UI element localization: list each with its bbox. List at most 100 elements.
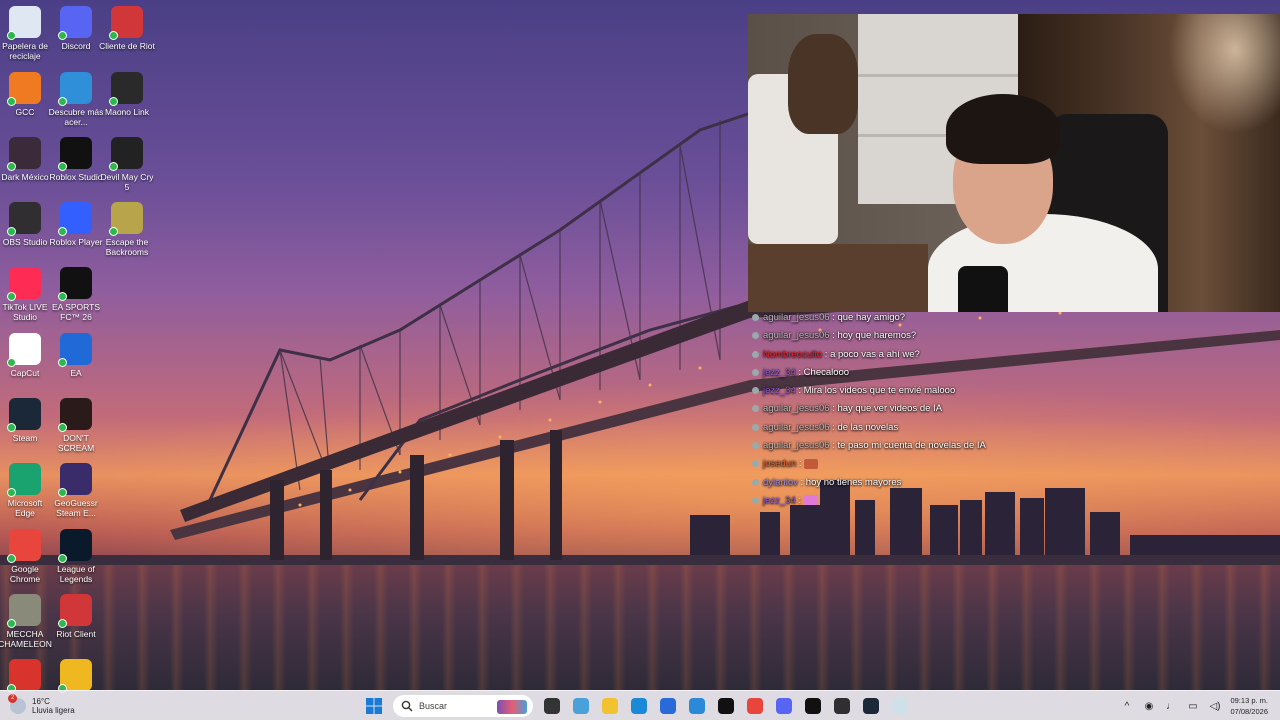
volume-icon[interactable]: ◁) <box>1208 699 1222 713</box>
teams-icon[interactable]: ◉ <box>1142 699 1156 713</box>
desktop-icon[interactable] <box>0 657 53 694</box>
desktop-icon[interactable]: Microsoft Edge <box>0 461 53 518</box>
desktop-icon[interactable]: Google Chrome <box>0 527 53 584</box>
taskbar-clock[interactable]: 09:13 p. m. 07/08/2026 <box>1224 695 1268 717</box>
taskbar-app-button[interactable] <box>714 694 738 718</box>
desktop-icon[interactable]: TikTok LIVE Studio <box>0 265 53 322</box>
chat-text: a poco vas a ahí we? <box>830 348 920 360</box>
taskbar-app-button[interactable] <box>830 694 854 718</box>
taskbar-app-button[interactable] <box>685 694 709 718</box>
desktop-icon[interactable]: Dark México <box>0 135 53 182</box>
desktop-icon[interactable]: Papelera de reciclaje <box>0 4 53 61</box>
monitor-icon[interactable]: ▭ <box>1186 699 1200 713</box>
desktop-icon-label: GCC <box>15 107 35 117</box>
weather-widget[interactable]: 2 16°C Lluvia ligera <box>8 694 75 718</box>
taskbar-app-button[interactable] <box>540 694 564 718</box>
chat-separator: : <box>797 476 806 488</box>
desktop-icon[interactable]: DON'T SCREAM <box>48 396 104 453</box>
geoguessr-icon <box>58 463 92 497</box>
chat-message: aguilar_jesus06 : te paso mi cuenta de n… <box>752 437 1272 455</box>
chat-username: jezz_34 <box>763 385 796 397</box>
chat-message: josedun : <box>752 455 1272 473</box>
desktop-icon[interactable] <box>48 657 104 694</box>
chat-separator: : <box>796 458 805 470</box>
chat-separator: : <box>795 494 804 506</box>
chrome-icon <box>7 529 41 563</box>
desktop-icon[interactable]: Roblox Studio <box>48 135 104 182</box>
taskbar-app-button[interactable] <box>598 694 622 718</box>
desktop-icon[interactable]: Discord <box>48 4 104 51</box>
chat-badge-icon <box>752 442 759 450</box>
sync-status-icon <box>109 162 118 171</box>
desktop-icon-label: Microsoft Edge <box>7 498 43 518</box>
taskbar-app-button[interactable] <box>888 694 912 718</box>
discord-icon <box>776 698 792 714</box>
desktop-icon[interactable]: OBS Studio <box>0 200 53 247</box>
clock-time: 09:13 p. m. <box>1230 696 1268 705</box>
start-button[interactable] <box>362 694 386 718</box>
taskbar-app-button[interactable] <box>656 694 680 718</box>
taskbar-pinned-apps <box>540 694 912 718</box>
taskbar-app-button[interactable] <box>569 694 593 718</box>
desktop-icon[interactable]: Cliente de Riot <box>99 4 155 51</box>
taskbar-search-box[interactable]: Buscar <box>392 694 534 718</box>
sync-status-icon <box>7 423 16 432</box>
chat-username: jezz_34 <box>763 494 796 506</box>
desktop-icon[interactable]: Escape the Backrooms <box>99 200 155 257</box>
gcc-icon <box>7 72 41 106</box>
chat-message: aguilar_jesus06 : que hay amigo? <box>752 309 1272 327</box>
sync-status-icon <box>7 488 16 497</box>
chat-badge-icon <box>752 460 759 468</box>
webcam-shelf-divider <box>858 74 1018 77</box>
chat-badge-icon <box>752 405 759 413</box>
chat-username: josedun <box>763 458 797 470</box>
chevron-up-icon[interactable]: ^ <box>1120 699 1134 713</box>
taskbar-app-button[interactable] <box>801 694 825 718</box>
sync-status-icon <box>7 162 16 171</box>
desktop-icon[interactable]: EA <box>48 331 104 378</box>
chat-message: jezz_34 : Mira los videos que te envié m… <box>752 382 1272 400</box>
roblox-player-icon <box>58 202 92 236</box>
desktop-icon[interactable]: CapCut <box>0 331 53 378</box>
sync-status-icon <box>58 423 67 432</box>
desktop-icon-label: Riot Client <box>56 629 96 639</box>
taskbar-app-button[interactable] <box>627 694 651 718</box>
desktop-icon[interactable]: GeoGuessr Steam E... <box>48 461 104 518</box>
sync-status-icon <box>58 31 67 40</box>
webcam-person-hair <box>946 94 1060 164</box>
desktop-icon[interactable]: Steam <box>0 396 53 443</box>
chat-badge-icon <box>752 387 759 395</box>
spotlight-icon <box>58 72 92 106</box>
desktop-icon[interactable]: Riot Client <box>48 592 104 639</box>
desktop-icon[interactable]: EA SPORTS FC™ 26 <box>48 265 104 322</box>
microphone-icon[interactable]: ♩ <box>1164 699 1178 713</box>
system-tray: ^ ◉ ♩ ▭ ◁) <box>1120 693 1222 719</box>
taskbar-app-button[interactable] <box>743 694 767 718</box>
desktop-icon-label: EA <box>70 368 82 378</box>
chat-text: que hay amigo? <box>837 312 906 323</box>
chat-badge-icon <box>752 368 759 376</box>
sync-status-icon <box>58 97 67 106</box>
desktop-icon-label: EA SPORTS FC™ 26 <box>51 302 101 322</box>
desktop-icon[interactable]: GCC <box>0 70 53 117</box>
desktop-icon[interactable]: MECCHA CHAMELEON <box>0 592 53 649</box>
desktop-icon-label: Roblox Player <box>49 237 103 247</box>
windows-logo-icon <box>366 698 382 714</box>
desktop-icon[interactable]: Devil May Cry 5 <box>99 135 155 192</box>
sync-status-icon <box>7 358 16 367</box>
desktop-icon[interactable]: League of Legends <box>48 527 104 584</box>
taskbar-app-button[interactable] <box>859 694 883 718</box>
maono-link-icon <box>109 72 143 106</box>
desktop-icon[interactable]: Roblox Player <box>48 200 104 247</box>
roblox-studio-icon <box>58 137 92 171</box>
chat-text: hoy que haremos? <box>837 330 917 342</box>
desktop-icon[interactable]: Descubre más acer... <box>48 70 104 127</box>
chat-emote-icon <box>804 458 819 469</box>
sync-status-icon <box>58 554 67 563</box>
desktop-icon[interactable]: Maono Link <box>99 70 155 117</box>
chat-badge-icon <box>752 478 759 486</box>
riot-client-icon <box>109 6 143 40</box>
desktop-icon-label: DON'T SCREAM <box>57 433 95 453</box>
chat-username: aguilar_jesus06 <box>763 440 830 452</box>
taskbar-app-button[interactable] <box>772 694 796 718</box>
